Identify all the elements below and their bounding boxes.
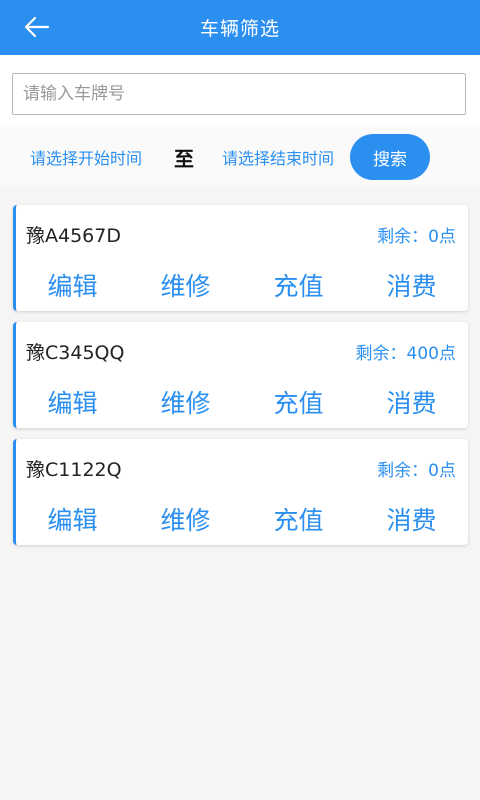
vehicle-list: 豫A4567D 剩余：0点 编辑 维修 充值 消费 豫C345QQ 剩余：400… [13, 205, 468, 556]
vehicle-card: 豫C345QQ 剩余：400点 编辑 维修 充值 消费 [13, 322, 468, 428]
repair-button[interactable]: 维修 [129, 267, 242, 303]
vehicle-balance: 剩余：0点 [377, 461, 456, 481]
repair-button[interactable]: 维修 [129, 384, 242, 420]
recharge-button[interactable]: 充值 [242, 384, 355, 420]
vehicle-card: 豫C1122Q 剩余：0点 编辑 维修 充值 消费 [13, 439, 468, 545]
app-root: 车辆筛选 请选择开始时间 至 请选择结束时间 搜索 豫A4567D 剩余：0点 … [0, 0, 480, 800]
vehicle-balance: 剩余：400点 [355, 344, 456, 364]
page-title: 车辆筛选 [199, 18, 280, 40]
recharge-button[interactable]: 充值 [242, 501, 355, 537]
back-arrow-svg [24, 16, 50, 38]
edit-button[interactable]: 编辑 [16, 501, 129, 537]
time-range-row: 请选择开始时间 至 请选择结束时间 搜索 [0, 127, 480, 187]
recharge-button[interactable]: 充值 [242, 267, 355, 303]
consume-button[interactable]: 消费 [355, 384, 468, 420]
vehicle-plate: 豫C345QQ [26, 342, 125, 364]
start-time-picker[interactable]: 请选择开始时间 [30, 145, 142, 169]
vehicle-actions: 编辑 维修 充值 消费 [16, 267, 468, 303]
vehicle-actions: 编辑 维修 充值 消费 [16, 501, 468, 537]
edit-button[interactable]: 编辑 [16, 384, 129, 420]
consume-button[interactable]: 消费 [355, 267, 468, 303]
range-separator-label: 至 [174, 146, 195, 171]
back-arrow-icon[interactable] [22, 12, 52, 42]
vehicle-actions: 编辑 维修 充值 消费 [16, 384, 468, 420]
plate-number-input[interactable] [12, 73, 466, 115]
consume-button[interactable]: 消费 [355, 501, 468, 537]
top-bar: 车辆筛选 [0, 0, 480, 55]
vehicle-card: 豫A4567D 剩余：0点 编辑 维修 充值 消费 [13, 205, 468, 311]
vehicle-plate: 豫A4567D [26, 225, 121, 247]
search-button[interactable]: 搜索 [350, 134, 431, 180]
vehicle-plate: 豫C1122Q [26, 459, 122, 481]
repair-button[interactable]: 维修 [129, 501, 242, 537]
vehicle-balance: 剩余：0点 [377, 227, 456, 247]
end-time-picker[interactable]: 请选择结束时间 [222, 145, 334, 169]
edit-button[interactable]: 编辑 [16, 267, 129, 303]
